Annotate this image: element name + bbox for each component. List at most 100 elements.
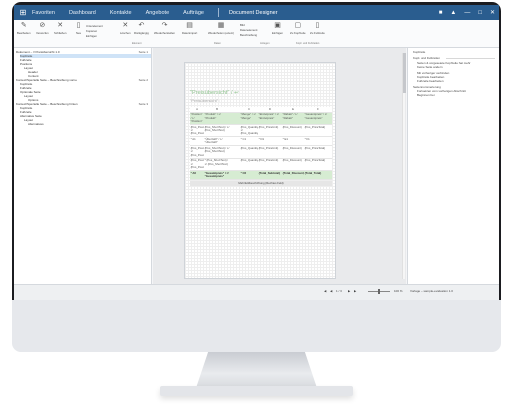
table-cell[interactable] [230, 113, 240, 124]
table-cell[interactable]: "Rabatt" / ↩ "Rabatt" [282, 113, 304, 124]
table-cell[interactable]: * D1 [258, 137, 282, 145]
canvas-scrollbar[interactable] [402, 53, 406, 279]
table-cell[interactable]: {Pos_Quantity} ↩ {Pos_Quantity} [240, 125, 258, 136]
table-cell[interactable]: * {Pos_ShortText} / ↩ {Pos_ShortText} [204, 159, 230, 170]
to-footer-button[interactable]: ▯ Zu Fußzeile [310, 22, 325, 35]
table-cell[interactable] [230, 146, 240, 157]
scrollbar-thumb[interactable] [403, 53, 406, 93]
data-element-button[interactable]: Datenelement [240, 28, 257, 32]
table-cell[interactable]: {Pos_Posno} ↩ {Pos_Posno} [190, 125, 204, 136]
table-cell[interactable]: "Gesamtpreis" / ↩ "Gesamtpreis" [204, 171, 230, 179]
table-cell[interactable]: * C1 [240, 137, 258, 145]
new-button[interactable]: ▯ Neu [76, 22, 81, 35]
next-page-icon[interactable]: ▶ [348, 289, 350, 294]
table-cell[interactable]: "Gesamtpreis" / ↩ "Gesamtpreis" [304, 113, 332, 124]
edit-button[interactable]: ✎ Bearbeiten [17, 22, 31, 35]
table-cell[interactable]: "Einzelpreis" / ↩ "Einzelpreis" [258, 113, 282, 124]
table-cell[interactable]: {Pos_PriceTotal} [304, 125, 332, 136]
close-document-button[interactable]: ✕ Schließen [54, 22, 66, 35]
table-cell[interactable]: {Pos_PriceTotal} [304, 159, 332, 170]
zoom-slider-handle[interactable] [378, 289, 380, 294]
price-table[interactable]: A B C D E F "Position" / ↩ "Position" "P… [190, 107, 332, 181]
table-cell[interactable]: {Pos_Quantity} [240, 159, 258, 170]
table-cell[interactable]: "Menge" / ↩ "Menge" [240, 113, 258, 124]
table-cell[interactable]: * A6 [190, 171, 204, 179]
table-cell[interactable] [230, 137, 240, 145]
delete-button[interactable]: ✕ Löschen [120, 22, 131, 35]
last-page-icon[interactable]: ▶ [354, 289, 356, 294]
template-name[interactable]: Vorlage – sample-evaluation 1.0 [410, 289, 453, 294]
table-cell[interactable]: {Pos_ShortText} / ↩ {Pos_ShortText} [204, 125, 230, 136]
add-child-button[interactable]: Unterelement [86, 24, 103, 28]
undo-button[interactable]: ↶ Rückgängig [134, 22, 149, 35]
description-button[interactable]: Beschreibung [240, 33, 257, 37]
table-cell[interactable] [230, 159, 240, 170]
table-cell[interactable]: {Pos_Discount} [282, 125, 304, 136]
table-footer-label[interactable]: Mehrfeldbeschriftung (Rechtes Feld) [190, 181, 332, 186]
table-cell[interactable]: * F1 [304, 137, 332, 145]
table-cell[interactable]: {Pos_PriceTotal} [304, 146, 332, 157]
table-cell[interactable]: {Pos_ShortText} / ↩ {Pos_ShortText} [204, 146, 230, 157]
repeat-external-button[interactable]: ▦ Wiederholen (extern) [208, 22, 234, 35]
nav-tab-auftraege[interactable]: Aufträge [183, 10, 204, 16]
notes-icon[interactable]: ■ [439, 10, 443, 16]
table-cell[interactable]: * A1 [190, 137, 204, 145]
table-cell[interactable]: {Pos_PriceUnit} [258, 146, 282, 157]
minimize-icon[interactable]: — [464, 10, 470, 16]
table-cell[interactable]: {Pos_PriceUnit} [258, 159, 282, 170]
tree-item-page-2[interactable]: Kontext/Spezielle Seite – Beschreibung v… [16, 78, 151, 82]
table-cell[interactable]: "Produkt" / ↩ "Produkt" [204, 113, 230, 124]
image-button[interactable]: Bild [240, 23, 245, 27]
report-page[interactable]: "Preisübersicht" / ↩ "Preisübersicht" : … [184, 62, 336, 279]
table-cell[interactable]: {Pos_Discount} [282, 146, 304, 157]
discard-button[interactable]: ⊘ Verwerfen [36, 22, 49, 35]
tree-item-header[interactable]: Kopfzeile [20, 54, 151, 58]
table-cell[interactable]: {Total_Total} [304, 171, 332, 179]
table-cell[interactable] [230, 171, 240, 179]
table-cell[interactable]: {Pos_Discount} [282, 159, 304, 170]
to-header-button[interactable]: ▢ Zu Kopfzeile [290, 22, 306, 35]
nav-tab-kontakte[interactable]: Kontakte [110, 10, 132, 16]
table-row[interactable]: {Pos_Posno} ↩ {Pos_Posno} * {Pos_ShortTe… [190, 158, 332, 172]
table-cell[interactable]: {Pos_PriceUnit} [258, 125, 282, 136]
table-row[interactable]: {Pos_Posno} ↩ {Pos_Posno} {Pos_ShortText… [190, 125, 332, 138]
table-cell[interactable]: {Pos_Posno} ↩ {Pos_Posno} [190, 159, 204, 170]
close-icon[interactable]: ✕ [490, 9, 495, 16]
table-cell[interactable]: * C6 [240, 171, 258, 179]
table-cell[interactable]: * E1 [282, 137, 304, 145]
table-row[interactable]: * A1 "Überzahl" / ↩ "Überzahl" * C1 * D1… [190, 137, 332, 147]
nav-tab-angebote[interactable]: Angebote [146, 10, 170, 16]
no-page-change-checkbox[interactable]: Keine Seite andern [417, 65, 443, 69]
first-page-icon[interactable]: ◀ [324, 289, 326, 294]
paste-button[interactable]: Einfügen [86, 34, 97, 38]
user-icon[interactable]: ▲ [450, 10, 456, 16]
report-subtitle[interactable]: "Preisübersicht" : [190, 98, 220, 103]
report-title[interactable]: "Preisübersicht" / ↩ [190, 90, 239, 96]
table-row[interactable]: {Pos_Posno} ↩ {Pos_Posno} {Pos_ShortText… [190, 146, 332, 159]
tree-item-page-3[interactable]: Kontext/Spezielle Seite – Beschreibung h… [16, 102, 151, 106]
nav-tab-favoriten[interactable]: Favoriten [32, 10, 55, 16]
table-cell[interactable]: {Pos_Quantity} [240, 146, 258, 157]
tree-item-alternatives[interactable]: Alternatives [28, 122, 44, 126]
table-cell[interactable] [230, 125, 240, 136]
nav-tab-document-designer[interactable]: Document Designer [229, 10, 278, 16]
insert-button[interactable]: ▣ Einfügen [272, 22, 283, 35]
nav-tab-dashboard[interactable]: Dashboard [69, 10, 96, 16]
redo-button[interactable]: ↷ Wiederherstellen [154, 22, 175, 35]
table-cell[interactable]: "Position" / ↩ "Position" [190, 113, 204, 124]
prev-page-icon[interactable]: ◀ [330, 289, 332, 294]
start-at-radio[interactable]: Beginnen bei [417, 93, 435, 97]
table-cell[interactable]: "Überzahl" / ↩ "Überzahl" [204, 137, 230, 145]
table-cell[interactable]: {Pos_Posno} ↩ {Pos_Posno} [190, 146, 204, 157]
table-summary-row[interactable]: * A6 "Gesamtpreis" / ↩ "Gesamtpreis" * C… [190, 171, 332, 181]
table-cell[interactable]: {Total_Subtotal} [258, 171, 282, 179]
edit-footer-button[interactable]: Fußzeile bearbeiten [417, 79, 444, 83]
design-canvas[interactable]: "Preisübersicht" / ↩ "Preisübersicht" : … [153, 48, 406, 284]
copy-button[interactable]: Kopieren [86, 29, 97, 33]
maximize-icon[interactable]: □ [478, 10, 482, 16]
menu-grid-icon[interactable]: ⊞ [14, 5, 32, 20]
section-header-footer[interactable]: Kopf- und Fußzeilen [413, 56, 440, 60]
data-import-button[interactable]: ▤ Datenimport [182, 22, 197, 35]
table-row[interactable]: "Position" / ↩ "Position" "Produkt" / ↩ … [190, 112, 332, 125]
table-cell[interactable]: {Total_Discount} [282, 171, 304, 179]
